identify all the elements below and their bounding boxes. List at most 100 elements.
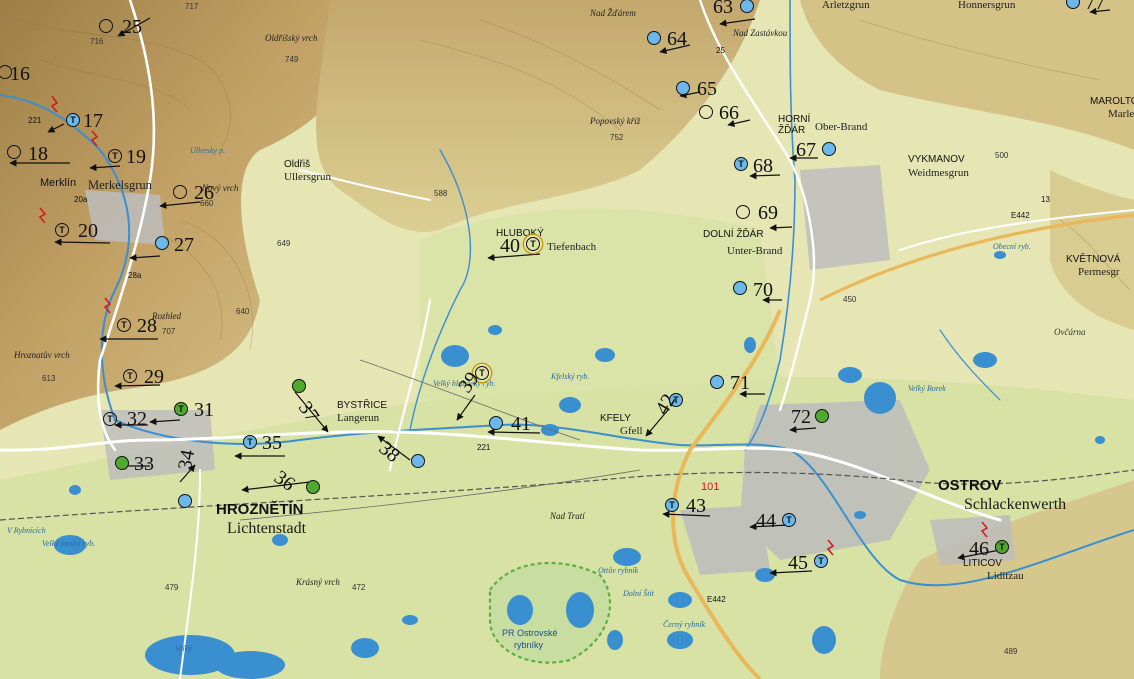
map-label-e-716: 716 [90,37,104,46]
map-label-e-717: 717 [185,2,199,11]
station-32-number[interactable]: 32 [127,409,147,429]
station-17-marker-icon[interactable]: T [66,113,80,127]
map-label-red-101: 101 [701,481,720,493]
station-34-marker-icon[interactable] [178,494,192,508]
station-28-type-letter: T [121,320,127,330]
station-68-number[interactable]: 68 [753,156,773,176]
station-28-marker-icon[interactable]: T [117,318,131,332]
station-43-number[interactable]: 43 [686,496,706,516]
station-18-marker-icon[interactable] [7,145,21,159]
station-70-marker-icon[interactable] [733,281,747,295]
station-41-marker-icon[interactable] [489,416,503,430]
map-label-r-25: 25 [716,46,725,55]
station-69-marker-icon[interactable] [736,205,750,219]
station-20-number[interactable]: 20 [78,221,98,241]
map-label-horni-zdar-2: ŽĎÁR [778,125,806,136]
station-38-marker-icon[interactable] [411,454,425,468]
map-label-w-v-rybnicich: V Rybnících [7,526,46,535]
map-label-r-13: 13 [1041,195,1050,204]
station-77-number[interactable]: 77 [1085,0,1105,13]
map-label-nad-zdarem: Nad Žďárem [590,8,636,18]
map-label-ullersgrun: Ullersgrun [284,171,332,183]
station-35-number[interactable]: 35 [262,433,282,453]
map-label-dolni-zdar: DOLNÍ ŽĎÁR [703,229,764,240]
station-46-type-letter: T [999,542,1005,552]
station-45-number[interactable]: 45 [788,553,808,573]
map[interactable]: HROZNĚTÍN Lichtenstadt OSTROV Schlackenwert… [0,0,1134,679]
station-40-number[interactable]: 40 [500,236,520,256]
station-17-type-letter: T [70,115,76,125]
map-label-e-588: 588 [434,189,448,198]
station-66-marker-icon[interactable] [699,105,713,119]
station-43-marker-icon[interactable]: T [665,498,679,512]
station-25-marker-icon[interactable] [99,19,113,33]
map-label-hroznatuv-vrch: Hroznatův vrch [14,350,70,360]
station-19-number[interactable]: 19 [126,147,146,167]
map-canvas [0,0,1134,679]
station-33-marker-icon[interactable] [115,456,129,470]
station-40-marker-icon[interactable]: T [526,237,540,251]
station-44-number[interactable]: 44 [756,511,776,531]
station-71-marker-icon[interactable] [710,375,724,389]
station-68-type-letter: T [738,159,744,169]
map-label-r-221: 221 [28,116,42,125]
station-29-number[interactable]: 29 [144,367,164,387]
station-64-number[interactable]: 64 [667,29,687,49]
station-45-type-letter: T [818,556,824,566]
station-27-marker-icon[interactable] [155,236,169,250]
station-46-number[interactable]: 46 [969,539,989,559]
station-18-number[interactable]: 18 [28,144,48,164]
station-25-number[interactable]: 25 [122,17,142,37]
station-20-marker-icon[interactable]: T [55,223,69,237]
station-27-number[interactable]: 27 [174,235,194,255]
station-35-marker-icon[interactable]: T [243,435,257,449]
station-29-marker-icon[interactable]: T [123,369,137,383]
map-label-ostrov: OSTROV [938,477,1002,494]
station-70-number[interactable]: 70 [753,280,773,300]
station-65-number[interactable]: 65 [697,79,717,99]
station-67-marker-icon[interactable] [822,142,836,156]
map-label-ovcarna: Ovčárna [1054,327,1086,337]
station-72-marker-icon[interactable] [815,409,829,423]
station-72-number[interactable]: 72 [791,407,811,427]
map-label-e-489: 489 [1004,647,1018,656]
station-33-number[interactable]: 33 [134,454,154,474]
station-69-number[interactable]: 69 [758,203,778,223]
station-31-marker-icon[interactable]: T [174,402,188,416]
station-32-marker-icon[interactable]: T [103,412,117,426]
map-label-nad-trati: Nad Tratí [550,511,585,521]
station-71-number[interactable]: 71 [730,373,750,393]
map-label-ober-brand: Ober-Brand [815,121,868,133]
map-label-e-472: 472 [352,583,366,592]
map-label-res-pr: PR Ostrovské [502,628,558,638]
station-34-number[interactable]: 34 [174,448,199,472]
map-label-e-649: 649 [277,239,291,248]
station-17-number[interactable]: 17 [83,111,103,131]
map-label-w-obecni: Obecní ryb. [993,242,1031,251]
station-44-marker-icon[interactable]: T [782,513,796,527]
station-16-number[interactable]: 16 [10,64,30,84]
station-41-number[interactable]: 41 [511,414,531,434]
map-label-e-500: 500 [995,151,1009,160]
map-label-bystrice: BYSTŘICE [337,400,388,411]
station-65-marker-icon[interactable] [676,81,690,95]
station-46-marker-icon[interactable]: T [995,540,1009,554]
station-66-number[interactable]: 66 [719,103,739,123]
station-28-number[interactable]: 28 [137,316,157,336]
map-label-oldrissky-vrch: Oldříšský vrch [265,33,318,43]
station-68-marker-icon[interactable]: T [734,157,748,171]
station-26-marker-icon[interactable] [173,185,187,199]
station-19-marker-icon[interactable]: T [108,149,122,163]
map-label-kvetnova: KVĚTNOVÁ [1066,254,1121,265]
station-37-marker-icon[interactable] [292,379,306,393]
station-67-number[interactable]: 67 [796,140,816,160]
station-26-number[interactable]: 26 [194,183,214,203]
station-63-number[interactable]: 63 [713,0,733,17]
station-36-marker-icon[interactable] [306,480,320,494]
map-label-w-cerny: Černý rybník [663,620,705,629]
station-31-number[interactable]: 31 [194,400,214,420]
station-64-marker-icon[interactable] [647,31,661,45]
map-label-r-e442: E442 [1011,211,1030,220]
station-45-marker-icon[interactable]: T [814,554,828,568]
map-label-tiefenbach: Tiefenbach [547,241,597,253]
